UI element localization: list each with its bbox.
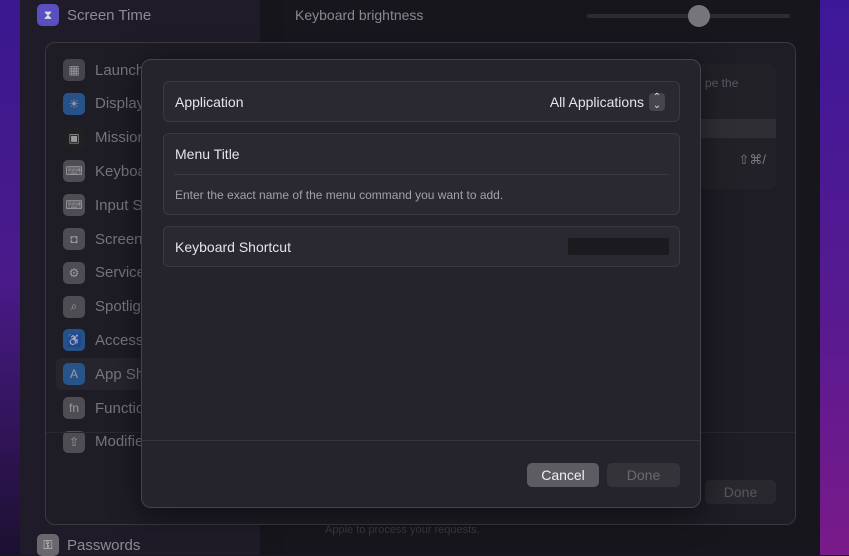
fn-icon: fn xyxy=(63,397,85,419)
sidebar-item[interactable]: ⌨Input Sources xyxy=(63,189,153,221)
sidebar-item-screen-time[interactable]: ⧗ Screen Time xyxy=(37,4,151,26)
gears-icon: ⚙ xyxy=(63,261,85,284)
cancel-button[interactable]: Cancel xyxy=(527,463,599,487)
chevron-up-down-icon: ⌃ ⌄ xyxy=(649,93,665,111)
sidebar-item[interactable]: ▣Mission Control xyxy=(63,122,153,154)
magnifier-icon: ⌕ xyxy=(63,295,85,318)
add-app-shortcut-dialog: Application All Applications ⌃ ⌄ Menu Tit… xyxy=(141,59,701,508)
application-select[interactable]: All Applications ⌃ ⌄ xyxy=(550,93,665,111)
application-value: All Applications xyxy=(549,94,644,110)
desktop-wallpaper-right xyxy=(820,0,849,555)
keyboard-icon: ⌨ xyxy=(63,194,85,217)
slider-knob[interactable] xyxy=(687,5,710,27)
keyboard-shortcut-field[interactable] xyxy=(568,238,669,255)
menu-title-hint: Enter the exact name of the menu command… xyxy=(175,188,504,202)
sidebar-item[interactable]: ◘Screenshots xyxy=(63,223,153,255)
sidebar-item[interactable]: fnFunction Keys xyxy=(63,392,153,424)
footer-text: Apple to process your requests. xyxy=(325,524,480,536)
keyboard-brightness-slider[interactable] xyxy=(587,5,790,27)
hourglass-icon: ⧗ xyxy=(37,4,59,26)
divider xyxy=(142,440,700,441)
sun-icon: ☀ xyxy=(63,92,85,115)
panel-text: pe the xyxy=(705,76,739,90)
sidebar-item-label: Screen Time xyxy=(67,6,152,24)
sidebar-item[interactable]: ♿Accessibility xyxy=(63,324,153,356)
sidebar-item[interactable]: ⌨ Keyboard xyxy=(63,155,153,187)
mission-control-icon: ▣ xyxy=(63,126,85,149)
application-label: Application xyxy=(175,94,244,110)
accessibility-icon: ♿ xyxy=(63,329,85,352)
desktop-wallpaper-left xyxy=(0,0,20,555)
key-icon: ⚿ xyxy=(37,534,59,556)
done-button[interactable]: Done xyxy=(607,463,680,487)
sidebar-item[interactable]: ⚙ Services xyxy=(63,257,153,289)
app-store-icon: A xyxy=(63,363,85,386)
divider xyxy=(174,174,669,175)
shift-arrow-icon: ⇧ xyxy=(63,430,85,453)
done-button[interactable]: Done xyxy=(705,480,776,504)
sidebar-item[interactable]: ⇧Modifier Keys xyxy=(63,426,153,458)
menu-title-input[interactable]: Menu Title xyxy=(175,146,240,162)
sidebar-item[interactable]: ☀ Display xyxy=(63,88,153,120)
screenshot-icon: ◘ xyxy=(63,228,85,250)
sidebar-item[interactable]: ▦Launchpad & Dock xyxy=(63,54,153,86)
keyboard-brightness-label: Keyboard brightness xyxy=(295,7,424,23)
menu-title-group: Menu Title Enter the exact name of the m… xyxy=(163,133,680,215)
keyboard-icon: ⌨ xyxy=(63,160,85,183)
sidebar-item-label: Passwords xyxy=(67,536,141,554)
sidebar-item-label: Display xyxy=(95,95,145,113)
launchpad-icon: ▦ xyxy=(63,59,85,81)
application-row: Application All Applications ⌃ ⌄ xyxy=(163,81,680,122)
shortcut-row-selected[interactable] xyxy=(701,119,776,138)
sidebar-item-passwords[interactable]: ⚿ Passwords xyxy=(37,534,140,556)
shortcuts-list-panel: pe the ⇧⌘/ xyxy=(701,64,776,189)
sidebar-item[interactable]: ⌕ Spotlight xyxy=(63,291,153,323)
sidebar-item-label: App Shortcuts xyxy=(95,365,146,383)
shortcut-keys: ⇧⌘/ xyxy=(738,152,766,167)
sidebar-item[interactable]: A App Shortcuts xyxy=(56,358,146,391)
keyboard-shortcut-label: Keyboard Shortcut xyxy=(175,239,291,255)
keyboard-shortcut-row: Keyboard Shortcut xyxy=(163,226,680,267)
